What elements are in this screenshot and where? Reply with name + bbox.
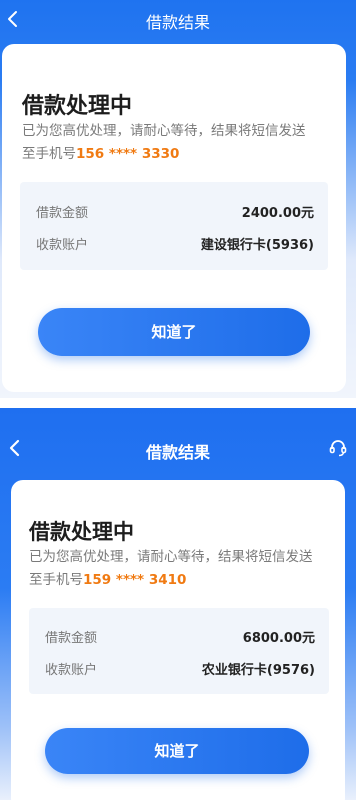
customer-service-icon[interactable]: [328, 438, 348, 458]
page-title: 借款结果: [145, 13, 210, 32]
loan-result-screen-2: 借款结果 借款处理中 已为您高优处理，请耐心等待，结果将短信发送 至手机号159…: [0, 408, 356, 800]
description-line-1: 已为您高优处理，请耐心等待，结果将短信发送: [22, 123, 306, 139]
loan-result-screen-1: 借款结果 借款处理中 已为您高优处理，请耐心等待，结果将短信发送 至手机号156…: [0, 0, 356, 398]
status-card: 借款处理中 已为您高优处理，请耐心等待，结果将短信发送 至手机号159 ****…: [11, 480, 345, 800]
amount-label: 借款金额: [36, 206, 89, 221]
phone-number: 156 **** 3330: [76, 146, 180, 162]
description-line-2: 至手机号156 **** 3330: [22, 143, 342, 166]
amount-value: 2400.00元: [241, 206, 314, 221]
card-title: 借款处理中: [22, 94, 133, 119]
card-description: 已为您高优处理，请耐心等待，结果将短信发送 至手机号156 **** 3330: [22, 120, 342, 166]
description-line-1: 已为您高优处理，请耐心等待，结果将短信发送: [29, 549, 313, 565]
acknowledge-button[interactable]: 知道了: [38, 308, 310, 356]
card-title: 借款处理中: [29, 520, 134, 544]
amount-label: 借款金额: [45, 631, 98, 646]
description-line-2: 至手机号159 **** 3410: [29, 569, 339, 592]
account-value: 农业银行卡(9576): [201, 663, 315, 678]
page-title: 借款结果: [145, 443, 210, 462]
status-card: 借款处理中 已为您高优处理，请耐心等待，结果将短信发送 至手机号156 ****…: [2, 44, 346, 392]
account-label: 收款账户: [45, 663, 98, 678]
description-prefix: 至手机号: [22, 146, 76, 162]
card-description: 已为您高优处理，请耐心等待，结果将短信发送 至手机号159 **** 3410: [29, 546, 339, 592]
amount-value: 6800.00元: [242, 631, 315, 646]
loan-info-box: 借款金额 6800.00元 收款账户 农业银行卡(9576): [29, 608, 329, 694]
header: 借款结果: [0, 408, 356, 462]
header: 借款结果: [0, 0, 356, 40]
description-prefix: 至手机号: [29, 572, 83, 588]
acknowledge-button[interactable]: 知道了: [45, 728, 309, 774]
account-label: 收款账户: [36, 238, 89, 253]
phone-number: 159 **** 3410: [83, 572, 187, 588]
loan-info-box: 借款金额 2400.00元 收款账户 建设银行卡(5936): [20, 182, 328, 270]
account-value: 建设银行卡(5936): [200, 238, 314, 253]
